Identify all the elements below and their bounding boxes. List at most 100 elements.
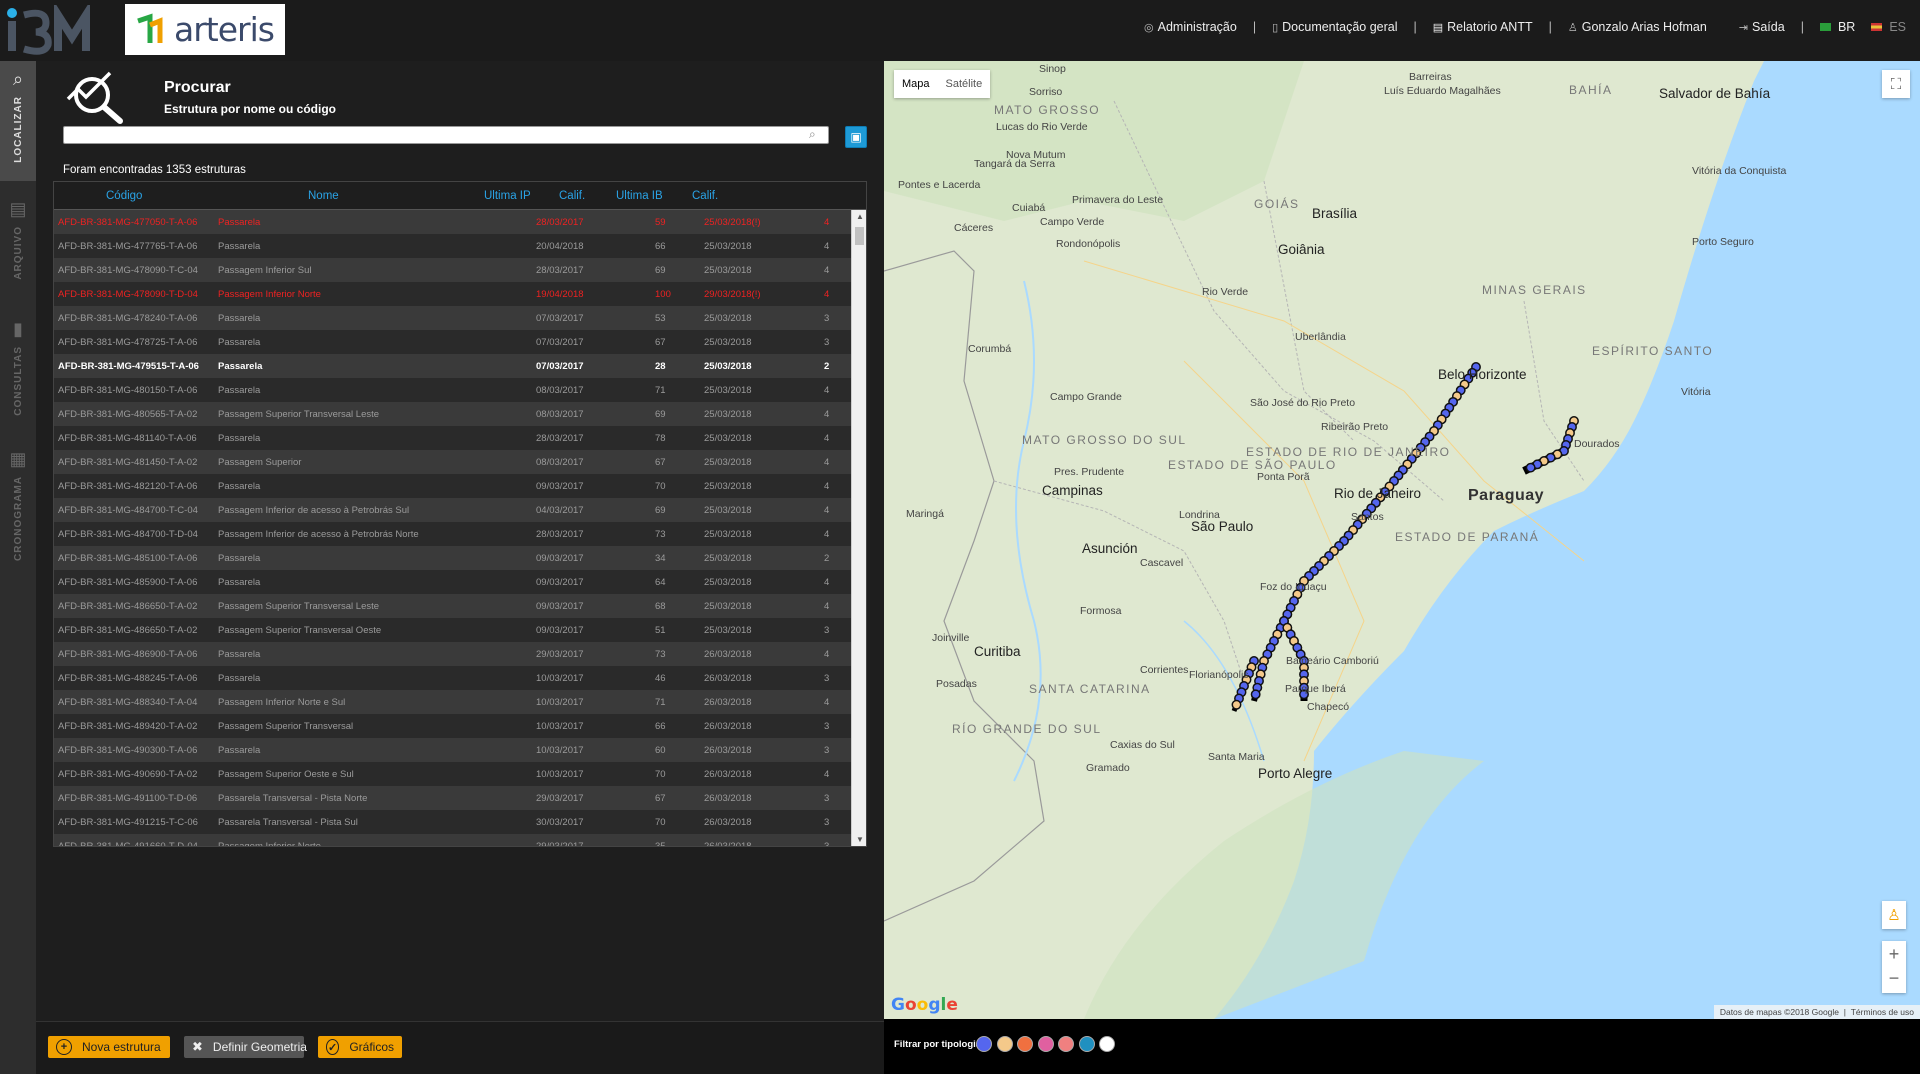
calif-ib-cell: 3 [824, 793, 830, 804]
scroll-thumb[interactable] [855, 227, 864, 245]
table-row[interactable]: AFD-BR-381-MG-480565-T-A-02 Passagem Supe… [54, 402, 851, 426]
table-row[interactable]: AFD-BR-381-MG-486650-T-A-02 Passagem Supe… [54, 594, 851, 618]
last-ip-cell: 09/03/2017 [536, 625, 584, 636]
tab-cronograma[interactable]: ▦ CRONOGRAMA [0, 441, 36, 571]
lang-es[interactable]: ES [1863, 20, 1906, 34]
table-scrollbar[interactable]: ▲ ▼ [851, 210, 866, 846]
map-label: MATO GROSSO DO SUL [1022, 433, 1187, 447]
name-cell: Passarela [218, 673, 261, 684]
table-row[interactable]: AFD-BR-381-MG-480150-T-A-06 Passarela 08/0… [54, 378, 851, 402]
terms-link[interactable]: Términos de uso [1851, 1007, 1914, 1017]
scroll-up-icon[interactable]: ▲ [856, 212, 864, 221]
structure-marker[interactable] [1250, 689, 1261, 700]
structure-marker[interactable] [1231, 699, 1242, 710]
table-row[interactable]: AFD-BR-381-MG-477050-T-A-06 Passarela 28/0… [54, 210, 851, 234]
table-row[interactable]: AFD-BR-381-MG-486900-T-A-06 Passarela 29/0… [54, 642, 851, 666]
map-type-satellite-button[interactable]: Satélite [938, 70, 991, 98]
charts-button[interactable]: ✓ Gráficos [318, 1036, 402, 1058]
typology-filter-dot[interactable] [1078, 1036, 1095, 1052]
last-ib-cell: 25/03/2018 [704, 481, 752, 492]
last-ib-cell: 25/03/2018 [704, 457, 752, 468]
table-row[interactable]: AFD-BR-381-MG-488245-T-A-06 Passarela 10/0… [54, 666, 851, 690]
street-view-button[interactable]: ♙ [1882, 901, 1906, 929]
table-row[interactable]: AFD-BR-381-MG-478725-T-A-06 Passarela 07/0… [54, 330, 851, 354]
code-cell: AFD-BR-381-MG-485900-T-A-06 [58, 577, 198, 588]
col-last-ip[interactable]: Ultima IP [484, 190, 531, 202]
typology-filter-dot[interactable] [976, 1036, 992, 1052]
calif-ib-cell: 4 [824, 457, 830, 468]
col-last-ib[interactable]: Ultima IB [616, 190, 663, 202]
table-row[interactable]: AFD-BR-381-MG-485100-T-A-06 Passarela 09/0… [54, 546, 851, 570]
search-input[interactable] [63, 126, 829, 144]
table-row[interactable]: AFD-BR-381-MG-484700-T-C-04 Passagem Infe… [54, 498, 851, 522]
fullscreen-button[interactable]: ⛶ [1882, 70, 1910, 98]
table-row[interactable]: AFD-BR-381-MG-477765-T-A-06 Passarela 20/0… [54, 234, 851, 258]
lang-br[interactable]: BR [1812, 20, 1863, 34]
new-structure-button[interactable]: + Nova estrutura [48, 1036, 170, 1058]
table-row[interactable]: AFD-BR-381-MG-491215-T-C-06 Passarela Tra… [54, 810, 851, 834]
bottom-toolbar: + Nova estrutura ✖ Definir Geometria ✓ G… [36, 1021, 884, 1074]
table-row[interactable]: AFD-BR-381-MG-481140-T-A-06 Passarela 28/0… [54, 426, 851, 450]
nav-antt-report[interactable]: ▤ Relatorio ANTT [1425, 20, 1541, 34]
structure-marker[interactable] [1525, 462, 1536, 473]
table-row[interactable]: AFD-BR-381-MG-478090-T-C-04 Passagem Infe… [54, 258, 851, 282]
code-cell: AFD-BR-381-MG-478090-T-D-04 [58, 289, 198, 300]
tab-consultas[interactable]: ▮ CONSULTAS [0, 311, 36, 431]
typology-filter-dot[interactable] [1017, 1036, 1033, 1052]
calif-ip-cell: 71 [655, 697, 666, 708]
calif-ib-cell: 4 [824, 529, 830, 540]
zoom-in-button[interactable]: + [1889, 941, 1900, 967]
table-row[interactable]: AFD-BR-381-MG-486650-T-A-02 Passagem Supe… [54, 618, 851, 642]
table-row[interactable]: AFD-BR-381-MG-489420-T-A-02 Passagem Supe… [54, 714, 851, 738]
calif-ib-cell: 4 [824, 505, 830, 516]
table-row[interactable]: AFD-BR-381-MG-491100-T-D-06 Passarela Tra… [54, 786, 851, 810]
nav-user[interactable]: ♙ Gonzalo Arias Hofman [1560, 20, 1715, 34]
name-cell: Passarela [218, 577, 261, 588]
tab-arquivo[interactable]: ▤ ARQUIVO [0, 191, 36, 301]
table-row[interactable]: AFD-BR-381-MG-488340-T-A-04 Passagem Infe… [54, 690, 851, 714]
nav-documentation[interactable]: ▯ Documentação geral [1264, 20, 1405, 34]
map-label: Maringá [906, 508, 944, 520]
map-label: Campo Grande [1050, 391, 1122, 403]
table-row[interactable]: AFD-BR-381-MG-481450-T-A-02 Passagem Supe… [54, 450, 851, 474]
typology-filter-dot[interactable] [1099, 1036, 1115, 1052]
table-row[interactable]: AFD-BR-381-MG-485900-T-A-06 Passarela 09/0… [54, 570, 851, 594]
nav-logout[interactable]: ⇥ Saída [1731, 20, 1793, 34]
typology-filter-dot[interactable] [1037, 1036, 1054, 1052]
col-name[interactable]: Nome [308, 190, 339, 202]
map-label: Goiânia [1278, 242, 1325, 257]
col-code[interactable]: Código [106, 190, 142, 202]
table-row[interactable]: AFD-BR-381-MG-482120-T-A-06 Passarela 09/0… [54, 474, 851, 498]
table-row[interactable]: AFD-BR-381-MG-490300-T-A-06 Passarela 10/0… [54, 738, 851, 762]
table-row[interactable]: AFD-BR-381-MG-479515-T-A-06 Passarela 07/0… [54, 354, 851, 378]
nav-admin[interactable]: ◎ Administração [1136, 20, 1245, 34]
tab-localizar[interactable]: ⌕ LOCALIZAR [0, 61, 36, 181]
last-ip-cell: 28/03/2017 [536, 217, 584, 228]
brazil-flag-icon [1819, 23, 1831, 31]
col-calif-ip[interactable]: Calif. [559, 190, 585, 202]
map-label: Cuiabá [1012, 202, 1046, 214]
table-row[interactable]: AFD-BR-381-MG-478090-T-D-04 Passagem Infe… [54, 282, 851, 306]
scroll-down-icon[interactable]: ▼ [856, 835, 864, 844]
calif-ib-cell: 3 [824, 337, 830, 348]
map-view[interactable]: Sinop Barreiras Salvador de Bahía BAHÍA Sorr… [884, 61, 1920, 1019]
last-ip-cell: 29/03/2017 [536, 793, 584, 804]
map-label: Salvador de Bahía [1659, 86, 1771, 101]
map-label: Porto Alegre [1258, 766, 1333, 781]
table-row[interactable]: AFD-BR-381-MG-478240-T-A-06 Passarela 07/0… [54, 306, 851, 330]
bar-chart-icon: ▮ [13, 319, 23, 339]
table-row[interactable]: AFD-BR-381-MG-490690-T-A-02 Passagem Supe… [54, 762, 851, 786]
zoom-out-button[interactable]: − [1889, 967, 1900, 993]
typology-filter-dot[interactable] [1058, 1036, 1074, 1052]
map-label: São Paulo [1191, 519, 1254, 534]
search-submit-button[interactable]: ▣ [845, 126, 867, 148]
map-type-map-button[interactable]: Mapa [894, 70, 938, 98]
map-label: Rondonópolis [1056, 238, 1121, 250]
table-row[interactable]: AFD-BR-381-MG-491660-T-D-04 Passagem Infe… [54, 834, 851, 846]
name-cell: Passagem Inferior de acesso à Petrobrás … [218, 505, 410, 516]
col-calif-ib[interactable]: Calif. [692, 190, 718, 202]
code-cell: AFD-BR-381-MG-488340-T-A-04 [58, 697, 198, 708]
table-row[interactable]: AFD-BR-381-MG-484700-T-D-04 Passagem Infe… [54, 522, 851, 546]
typology-filter-dot[interactable] [996, 1036, 1013, 1052]
define-geometry-button[interactable]: ✖ Definir Geometria [184, 1036, 307, 1058]
